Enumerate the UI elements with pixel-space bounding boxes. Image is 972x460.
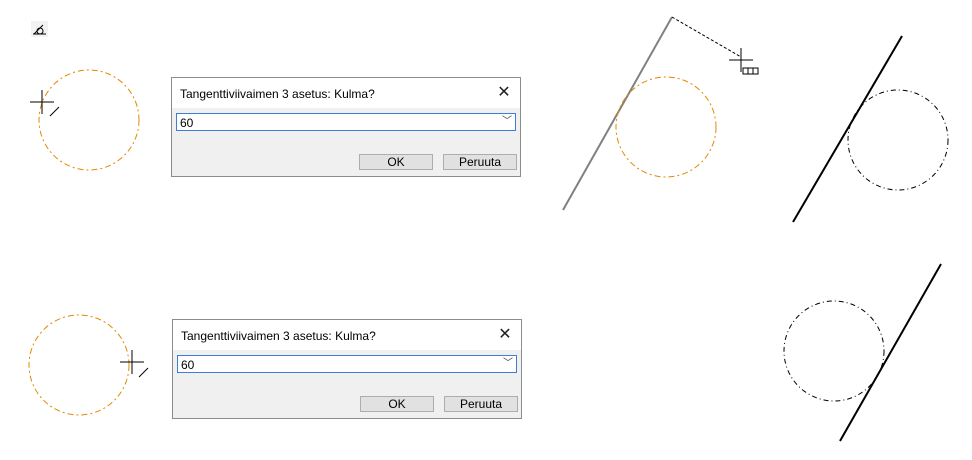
ok-button[interactable]: OK — [359, 154, 433, 170]
angle-value[interactable]: 60 — [181, 358, 194, 372]
rubber-band-line — [671, 16, 742, 58]
dialog-title: Tangenttiviivaimen 3 asetus: Kulma? — [181, 329, 376, 343]
crosshair-cursor-icon — [120, 350, 149, 378]
angle-dialog: Tangenttiviivaimen 3 asetus: Kulma? ✕ 60… — [172, 319, 522, 419]
close-icon[interactable]: ✕ — [495, 325, 515, 345]
dialog-title: Tangenttiviivaimen 3 asetus: Kulma? — [180, 87, 375, 101]
angle-combobox[interactable]: 60 ﹀ — [177, 355, 517, 373]
tangent-ruler-tool-icon[interactable] — [31, 21, 48, 37]
dialog-titlebar[interactable]: Tangenttiviivaimen 3 asetus: Kulma? ✕ — [173, 320, 521, 350]
reference-circle — [783, 300, 885, 402]
tangent-line — [839, 263, 942, 442]
construction-circle — [28, 314, 130, 416]
crosshair-cursor-icon — [30, 90, 60, 117]
tangent-line — [792, 35, 903, 223]
ruler-cursor-icon — [729, 48, 759, 75]
close-icon[interactable]: ✕ — [494, 83, 514, 103]
angle-combobox[interactable]: 60 ﹀ — [176, 113, 516, 131]
chevron-down-icon[interactable]: ﹀ — [501, 114, 513, 130]
dialog-titlebar[interactable]: Tangenttiviivaimen 3 asetus: Kulma? ✕ — [172, 78, 520, 108]
construction-circle — [615, 76, 717, 178]
cancel-button[interactable]: Peruuta — [444, 396, 518, 412]
chevron-down-icon[interactable]: ﹀ — [502, 356, 514, 372]
angle-value[interactable]: 60 — [180, 116, 193, 130]
angle-dialog: Tangenttiviivaimen 3 asetus: Kulma? ✕ 60… — [171, 77, 521, 177]
ok-button[interactable]: OK — [360, 396, 434, 412]
cancel-button[interactable]: Peruuta — [443, 154, 517, 170]
construction-circle — [38, 69, 140, 171]
reference-circle — [847, 89, 949, 191]
